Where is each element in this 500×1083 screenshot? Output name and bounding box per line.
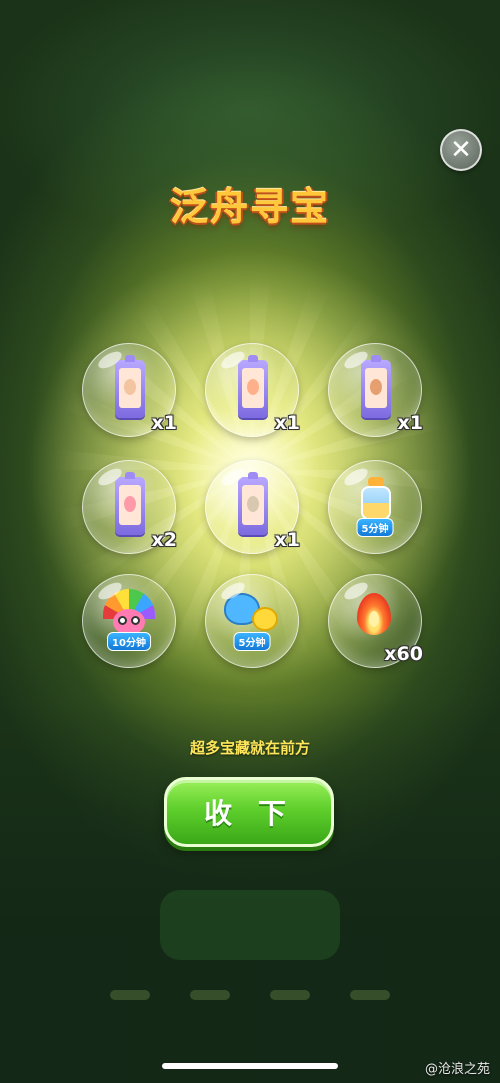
reward-bubble: x60 [328,574,423,668]
reward-bubble: x1 [82,343,177,437]
home-indicator[interactable] [162,1063,338,1069]
reward-quantity: x60 [384,643,423,665]
character-card-icon [361,355,391,418]
owl-mask-icon [103,589,155,637]
dialog-subtitle: 超多宝藏就在前方 [189,739,310,757]
dialog-title: 泛舟寻宝 [169,185,330,229]
reward-bubble: 5分钟 [328,460,422,554]
duration-badge: 10分钟 [107,632,151,651]
reward-bubble: 5分钟 [205,574,299,668]
reward-bubble: x2 [82,460,177,554]
reward-quantity: x1 [151,412,177,434]
reward-grid: x1 x1 x1 x2 x1 5分钟 10分钟 5分钟 x60 [80,343,423,673]
background-button-blurred [160,890,340,960]
reward-bubble: x1 [205,460,300,554]
reward-quantity: x1 [397,412,423,434]
character-card-icon [115,472,145,535]
close-button[interactable]: ✕ [440,129,482,171]
duration-badge: 5分钟 [233,632,271,651]
character-card-icon [238,472,268,535]
character-card-icon [238,355,268,418]
reward-bubble: x1 [205,343,300,437]
reward-quantity: x1 [274,412,300,434]
reward-quantity: x1 [274,529,300,551]
flame-icon [357,593,391,635]
character-card-icon [115,355,145,418]
background-bar-blurred [110,990,390,1004]
close-icon: ✕ [450,135,472,165]
reward-bubble: 10分钟 [82,574,176,668]
collect-button[interactable]: 收 下 [164,777,334,847]
reward-bubble: x1 [328,343,423,437]
watermark: @沧浪之苑 [424,1062,490,1077]
milk-bottle-icon [359,477,393,521]
reward-quantity: x2 [151,529,177,551]
duration-badge: 5分钟 [356,518,394,537]
